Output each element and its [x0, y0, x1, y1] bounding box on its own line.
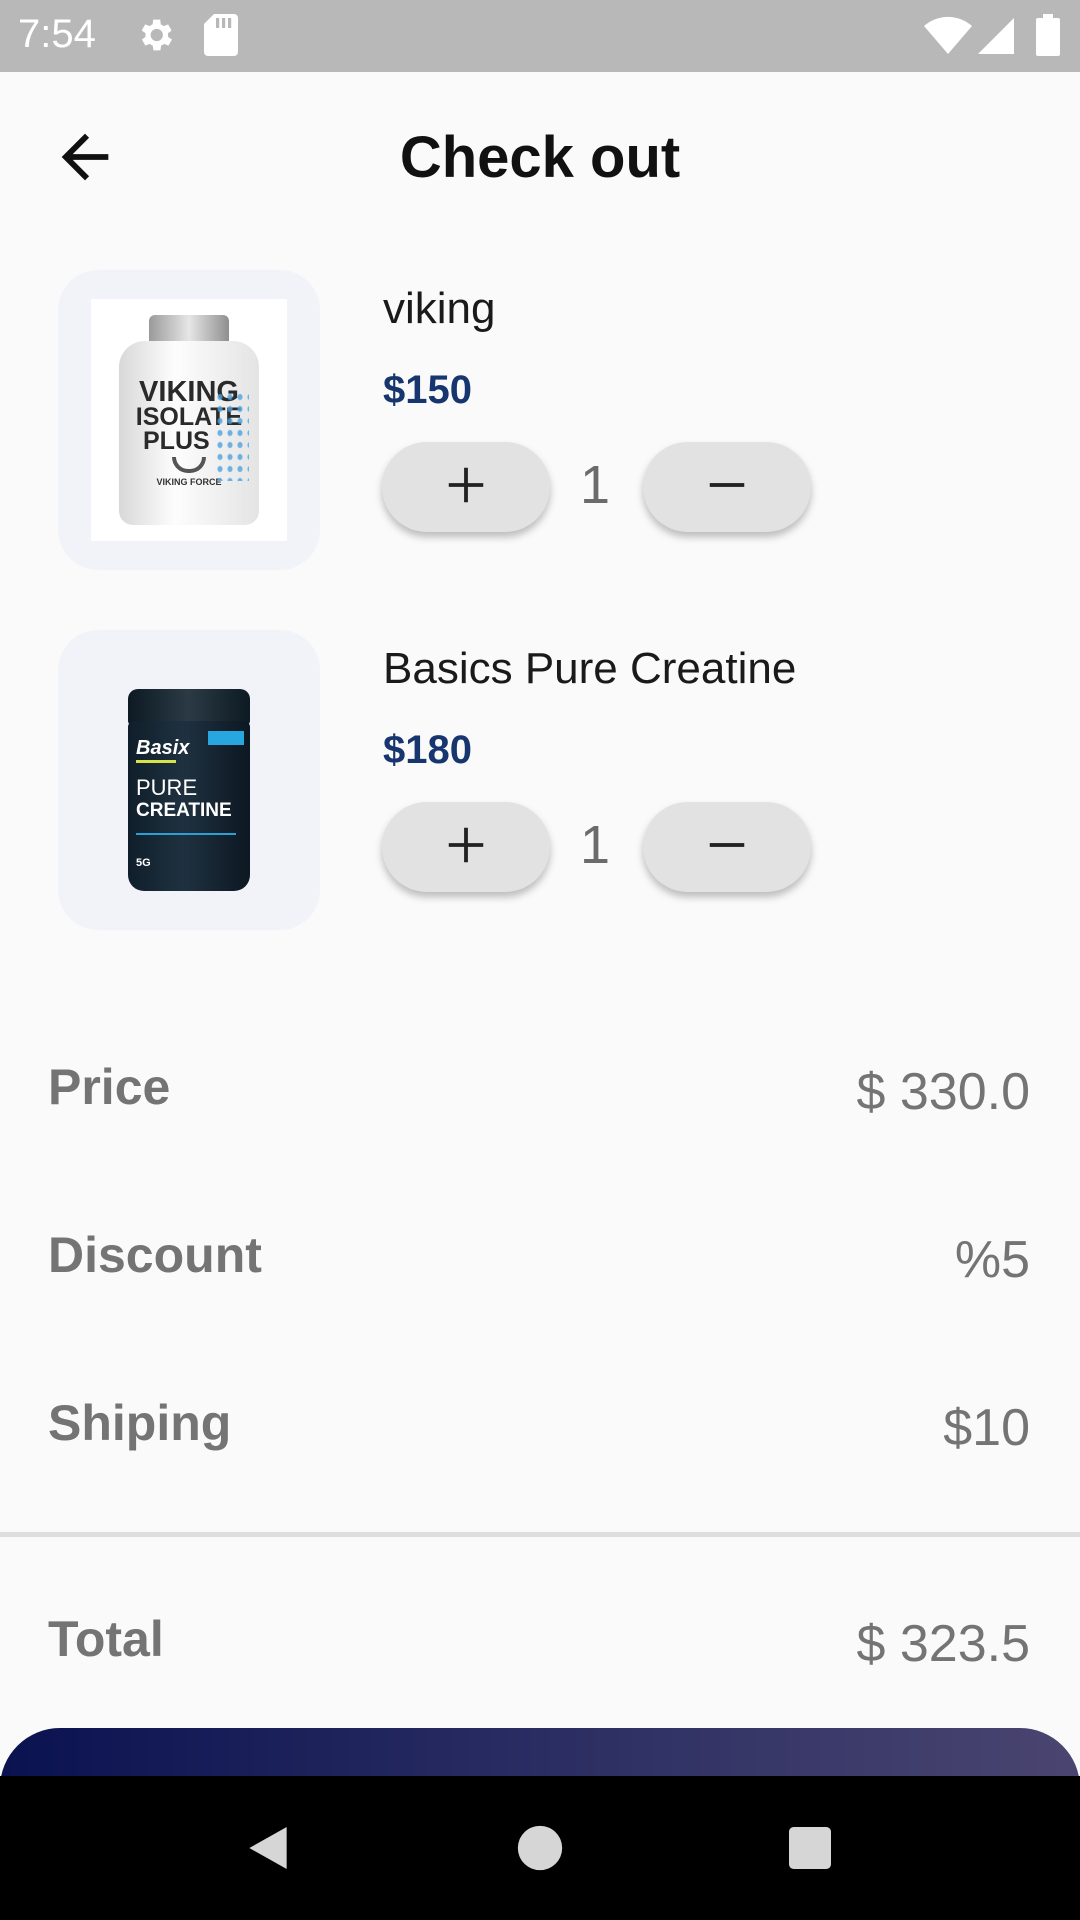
cart-item: Basix PURE CREATINE 5G Basics Pure Creat…: [0, 630, 1080, 930]
recents-square-icon[interactable]: [782, 1820, 838, 1876]
molecule-dots: [215, 391, 249, 481]
gear-icon: [134, 14, 176, 61]
jar-lid: [128, 689, 250, 725]
status-bar: 7:54: [0, 0, 1080, 72]
product-name: viking: [383, 284, 496, 333]
shipping-row: Shiping $10: [0, 1394, 1080, 1474]
plus-icon: [443, 822, 489, 873]
minus-icon: [704, 462, 750, 513]
product-price: $150: [383, 368, 472, 412]
jar-body: Basix PURE CREATINE 5G: [128, 721, 250, 891]
product-price: $180: [383, 728, 472, 772]
jar-stripe: [136, 760, 176, 763]
discount-label: Discount: [48, 1227, 262, 1283]
shipping-value: $10: [943, 1399, 1030, 1457]
shipping-label: Shiping: [48, 1395, 232, 1451]
page-title: Check out: [399, 125, 681, 190]
product-image-viking: VIKING ISOLATE PLUS VIKING FORCE: [91, 299, 287, 541]
total-label: Total: [48, 1611, 164, 1667]
sd-card-icon: [204, 14, 238, 61]
increase-quantity-button[interactable]: [382, 442, 550, 532]
price-label: Price: [48, 1059, 171, 1115]
decrease-quantity-button[interactable]: [643, 442, 811, 532]
product-image: VIKING ISOLATE PLUS VIKING FORCE: [58, 270, 320, 570]
back-triangle-icon[interactable]: [240, 1820, 296, 1876]
signal-icon: [978, 18, 1014, 59]
minus-icon: [704, 822, 750, 873]
product-image-creatine: Basix PURE CREATINE 5G: [128, 659, 250, 901]
system-nav-bar: [0, 1776, 1080, 1920]
divider: [0, 1532, 1080, 1537]
total-value: $ 323.5: [856, 1615, 1031, 1673]
total-row: Total $ 323.5: [0, 1610, 1080, 1690]
jar-label-line: PURE: [136, 775, 198, 800]
home-circle-icon[interactable]: [512, 1820, 568, 1876]
quantity-value: 1: [579, 815, 611, 875]
app-bar: Check out: [0, 72, 1080, 242]
plus-icon: [443, 462, 489, 513]
product-name: Basics Pure Creatine: [383, 644, 797, 693]
viking-helmet-icon: [172, 457, 206, 473]
jar-body: VIKING ISOLATE PLUS VIKING FORCE: [119, 341, 259, 525]
product-image: Basix PURE CREATINE 5G: [58, 630, 320, 930]
jar-tag: [208, 731, 244, 745]
jar-label-line: CREATINE: [136, 800, 232, 821]
wifi-icon: [924, 16, 972, 59]
decrease-quantity-button[interactable]: [643, 802, 811, 892]
cart-item: VIKING ISOLATE PLUS VIKING FORCE viking …: [0, 270, 1080, 570]
jar-brand: 5G: [136, 857, 151, 869]
status-time: 7:54: [18, 12, 96, 56]
increase-quantity-button[interactable]: [382, 802, 550, 892]
discount-value: %5: [954, 1231, 1030, 1289]
quantity-value: 1: [579, 455, 611, 515]
battery-icon: [1036, 14, 1060, 61]
discount-row: Discount %5: [0, 1226, 1080, 1306]
price-row: Price $ 330.0: [0, 1058, 1080, 1138]
price-value: $ 330.0: [856, 1063, 1031, 1121]
jar-divider: [136, 833, 236, 835]
